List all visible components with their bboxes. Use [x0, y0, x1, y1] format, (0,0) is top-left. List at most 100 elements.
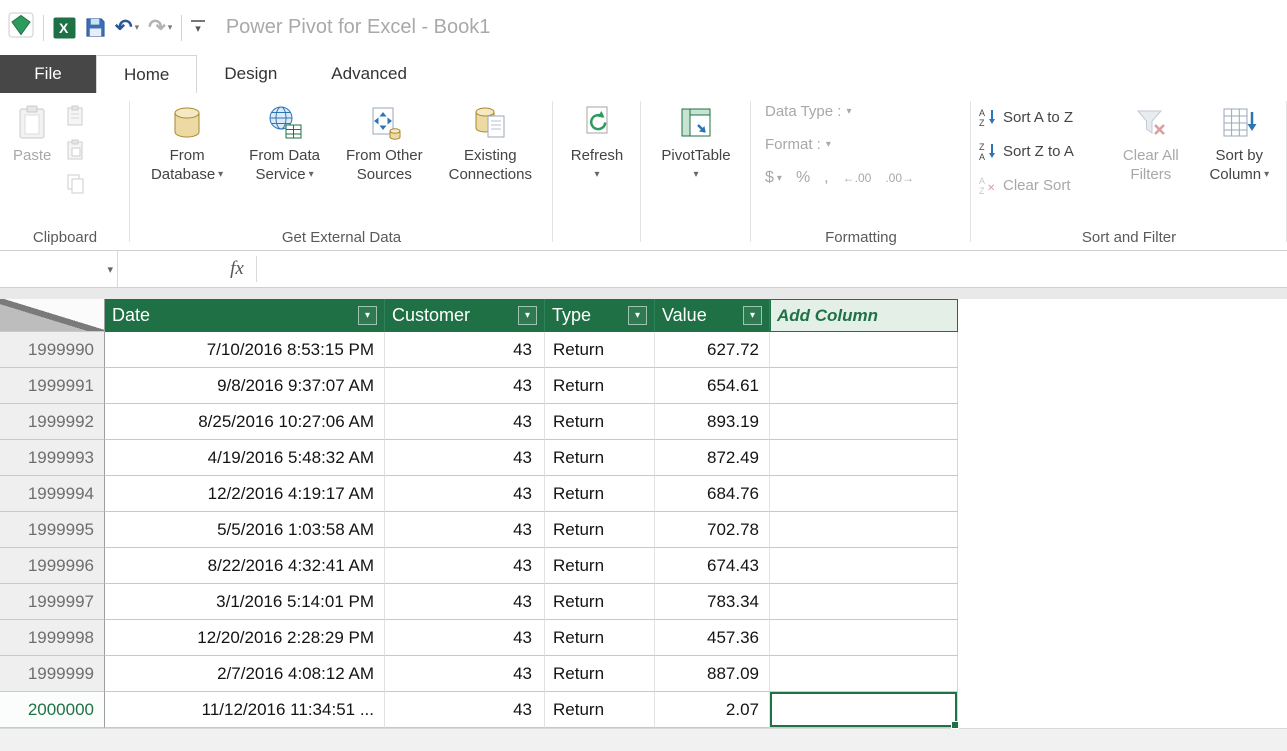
cell-value[interactable]: 872.49	[655, 440, 770, 476]
filter-dropdown-icon[interactable]: ▾	[518, 306, 537, 325]
cell-customer[interactable]: 43	[385, 440, 545, 476]
pivottable-button[interactable]: PivotTable ▾	[656, 99, 735, 228]
format-dropdown[interactable]: Format : ▾	[765, 132, 971, 156]
select-all-corner[interactable]	[0, 299, 105, 332]
from-data-service-button[interactable]: From Data Service▾	[244, 99, 325, 228]
bottom-scroll-strip[interactable]	[0, 728, 1287, 751]
sort-by-column-button[interactable]: Sort by Column▾	[1192, 99, 1287, 228]
paste-append-icon[interactable]	[64, 103, 88, 129]
save-icon[interactable]	[85, 17, 106, 38]
column-header-type[interactable]: Type▾	[545, 299, 655, 332]
cell-value[interactable]: 887.09	[655, 656, 770, 692]
refresh-button[interactable]: Refresh ▾	[566, 99, 629, 228]
cell-type[interactable]: Return	[545, 584, 655, 620]
cell-value[interactable]: 457.36	[655, 620, 770, 656]
undo-icon[interactable]: ↶▾	[115, 17, 139, 38]
cell-customer[interactable]: 43	[385, 620, 545, 656]
redo-caret-icon[interactable]: ▾	[168, 22, 173, 33]
cell-customer[interactable]: 43	[385, 692, 545, 728]
cell-add-column[interactable]	[770, 620, 958, 656]
tab-design[interactable]: Design	[197, 55, 304, 93]
cell-add-column[interactable]	[770, 440, 958, 476]
column-header-date[interactable]: Date▾	[105, 299, 385, 332]
cell-customer[interactable]: 43	[385, 476, 545, 512]
cell-type[interactable]: Return	[545, 476, 655, 512]
sort-a-to-z-button[interactable]: AZ Sort A to Z	[979, 103, 1110, 131]
insert-function-button[interactable]: fx	[218, 251, 256, 287]
cell-type[interactable]: Return	[545, 440, 655, 476]
cell-value[interactable]: 627.72	[655, 332, 770, 368]
increase-decimal-icon[interactable]: ←.00	[843, 171, 872, 185]
cell-customer[interactable]: 43	[385, 548, 545, 584]
cell-date[interactable]: 9/8/2016 9:37:07 AM	[105, 368, 385, 404]
formula-input[interactable]	[257, 251, 1287, 287]
existing-connections-button[interactable]: Existing Connections	[444, 99, 537, 228]
name-box[interactable]: ▾	[0, 251, 118, 287]
column-header-add-column[interactable]: Add Column	[770, 299, 958, 332]
excel-switch-icon[interactable]: X	[53, 17, 76, 39]
cell-date[interactable]: 5/5/2016 1:03:58 AM	[105, 512, 385, 548]
sort-z-to-a-button[interactable]: ZA Sort Z to A	[979, 137, 1110, 165]
cell-type[interactable]: Return	[545, 692, 655, 728]
cell-add-column[interactable]	[770, 512, 958, 548]
from-database-button[interactable]: From Database▾	[146, 99, 228, 228]
data-type-dropdown[interactable]: Data Type : ▾	[765, 99, 971, 123]
cell-date[interactable]: 12/2/2016 4:19:17 AM	[105, 476, 385, 512]
row-header[interactable]: 1999996	[0, 548, 105, 584]
tab-home[interactable]: Home	[96, 55, 197, 93]
cell-add-column[interactable]	[770, 548, 958, 584]
percent-format-icon[interactable]: %	[796, 169, 810, 187]
cell-add-column[interactable]	[770, 404, 958, 440]
clear-sort-button[interactable]: AZ✕ Clear Sort	[979, 171, 1110, 199]
column-header-customer[interactable]: Customer▾	[385, 299, 545, 332]
decrease-decimal-icon[interactable]: .00→	[885, 171, 914, 185]
currency-format-icon[interactable]: $▾	[765, 169, 782, 187]
paste-button[interactable]: Paste	[8, 99, 56, 228]
row-header[interactable]: 1999992	[0, 404, 105, 440]
cell-date[interactable]: 2/7/2016 4:08:12 AM	[105, 656, 385, 692]
cell-type[interactable]: Return	[545, 512, 655, 548]
filter-dropdown-icon[interactable]: ▾	[743, 306, 762, 325]
cell-type[interactable]: Return	[545, 548, 655, 584]
clear-all-filters-button[interactable]: Clear All Filters	[1110, 99, 1192, 228]
cell-customer[interactable]: 43	[385, 404, 545, 440]
cell-add-column[interactable]	[770, 332, 958, 368]
from-other-sources-button[interactable]: From Other Sources	[341, 99, 428, 228]
row-header[interactable]: 2000000	[0, 692, 105, 728]
row-header[interactable]: 1999991	[0, 368, 105, 404]
cell-date[interactable]: 8/22/2016 4:32:41 AM	[105, 548, 385, 584]
cell-add-column-selected[interactable]	[770, 692, 958, 728]
cell-type[interactable]: Return	[545, 620, 655, 656]
row-header[interactable]: 1999999	[0, 656, 105, 692]
row-header[interactable]: 1999998	[0, 620, 105, 656]
cell-value[interactable]: 2.07	[655, 692, 770, 728]
cell-value[interactable]: 684.76	[655, 476, 770, 512]
filter-dropdown-icon[interactable]: ▾	[628, 306, 647, 325]
cell-date[interactable]: 4/19/2016 5:48:32 AM	[105, 440, 385, 476]
row-header[interactable]: 1999994	[0, 476, 105, 512]
cell-value[interactable]: 702.78	[655, 512, 770, 548]
cell-add-column[interactable]	[770, 476, 958, 512]
cell-type[interactable]: Return	[545, 656, 655, 692]
cell-value[interactable]: 893.19	[655, 404, 770, 440]
row-header[interactable]: 1999997	[0, 584, 105, 620]
cell-type[interactable]: Return	[545, 332, 655, 368]
redo-icon[interactable]: ↷▾	[148, 17, 172, 38]
thousands-separator-icon[interactable]: ,	[824, 169, 828, 187]
qat-customize-icon[interactable]: ▾	[191, 20, 205, 36]
row-header[interactable]: 1999993	[0, 440, 105, 476]
column-header-value[interactable]: Value▾	[655, 299, 770, 332]
cell-date[interactable]: 11/12/2016 11:34:51 ...	[105, 692, 385, 728]
tab-file[interactable]: File	[0, 55, 96, 93]
filter-dropdown-icon[interactable]: ▾	[358, 306, 377, 325]
cell-customer[interactable]: 43	[385, 512, 545, 548]
cell-add-column[interactable]	[770, 368, 958, 404]
cell-add-column[interactable]	[770, 584, 958, 620]
cell-type[interactable]: Return	[545, 368, 655, 404]
cell-customer[interactable]: 43	[385, 368, 545, 404]
row-header[interactable]: 1999995	[0, 512, 105, 548]
cell-type[interactable]: Return	[545, 404, 655, 440]
copy-icon[interactable]	[64, 171, 88, 197]
name-box-caret-icon[interactable]: ▾	[107, 263, 113, 276]
cell-date[interactable]: 3/1/2016 5:14:01 PM	[105, 584, 385, 620]
